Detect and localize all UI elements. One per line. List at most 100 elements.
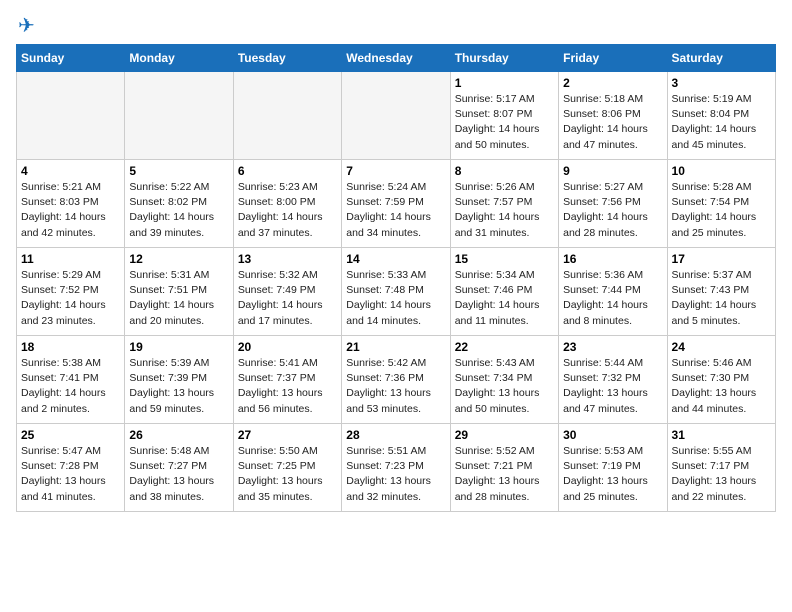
week-row-4: 18 Sunrise: 5:38 AM Sunset: 7:41 PM Dayli… xyxy=(17,336,776,424)
calendar-cell: 24 Sunrise: 5:46 AM Sunset: 7:30 PM Dayli… xyxy=(667,336,775,424)
calendar-cell xyxy=(17,72,125,160)
day-number: 9 xyxy=(563,164,662,178)
calendar-cell: 15 Sunrise: 5:34 AM Sunset: 7:46 PM Dayli… xyxy=(450,248,558,336)
cell-content: Sunrise: 5:47 AM Sunset: 7:28 PM Dayligh… xyxy=(21,444,120,505)
calendar-cell: 22 Sunrise: 5:43 AM Sunset: 7:34 PM Dayli… xyxy=(450,336,558,424)
cell-content: Sunrise: 5:26 AM Sunset: 7:57 PM Dayligh… xyxy=(455,180,554,241)
calendar-cell: 29 Sunrise: 5:52 AM Sunset: 7:21 PM Dayli… xyxy=(450,424,558,512)
cell-content: Sunrise: 5:31 AM Sunset: 7:51 PM Dayligh… xyxy=(129,268,228,329)
cell-content: Sunrise: 5:55 AM Sunset: 7:17 PM Dayligh… xyxy=(672,444,771,505)
calendar-cell: 25 Sunrise: 5:47 AM Sunset: 7:28 PM Dayli… xyxy=(17,424,125,512)
calendar-cell: 3 Sunrise: 5:19 AM Sunset: 8:04 PM Daylig… xyxy=(667,72,775,160)
day-number: 4 xyxy=(21,164,120,178)
calendar-cell: 7 Sunrise: 5:24 AM Sunset: 7:59 PM Daylig… xyxy=(342,160,450,248)
header-wednesday: Wednesday xyxy=(342,45,450,72)
cell-content: Sunrise: 5:51 AM Sunset: 7:23 PM Dayligh… xyxy=(346,444,445,505)
cell-content: Sunrise: 5:24 AM Sunset: 7:59 PM Dayligh… xyxy=(346,180,445,241)
calendar-cell: 17Sunrise: 5:37 AM Sunset: 7:43 PM Dayli… xyxy=(667,248,775,336)
calendar-cell xyxy=(342,72,450,160)
calendar-cell: 27Sunrise: 5:50 AM Sunset: 7:25 PM Dayli… xyxy=(233,424,341,512)
header-tuesday: Tuesday xyxy=(233,45,341,72)
calendar-cell: 9 Sunrise: 5:27 AM Sunset: 7:56 PM Daylig… xyxy=(559,160,667,248)
logo: ✈ xyxy=(16,16,35,36)
day-number: 23 xyxy=(563,340,662,354)
header-monday: Monday xyxy=(125,45,233,72)
header-sunday: Sunday xyxy=(17,45,125,72)
calendar-cell: 19 Sunrise: 5:39 AM Sunset: 7:39 PM Dayli… xyxy=(125,336,233,424)
day-number: 31 xyxy=(672,428,771,442)
day-number: 14 xyxy=(346,252,445,266)
day-number: 2 xyxy=(563,76,662,90)
calendar-table: SundayMondayTuesdayWednesdayThursdayFrid… xyxy=(16,44,776,512)
logo-bird-icon: ✈ xyxy=(18,16,35,36)
day-number: 5 xyxy=(129,164,228,178)
cell-content: Sunrise: 5:29 AM Sunset: 7:52 PM Dayligh… xyxy=(21,268,120,329)
day-number: 3 xyxy=(672,76,771,90)
calendar-cell: 11 Sunrise: 5:29 AM Sunset: 7:52 PM Dayli… xyxy=(17,248,125,336)
day-number: 18 xyxy=(21,340,120,354)
cell-content: Sunrise: 5:41 AM Sunset: 7:37 PM Dayligh… xyxy=(238,356,337,417)
page-header: ✈ xyxy=(16,16,776,36)
week-row-1: 1Sunrise: 5:17 AM Sunset: 8:07 PM Daylig… xyxy=(17,72,776,160)
cell-content: Sunrise: 5:23 AM Sunset: 8:00 PM Dayligh… xyxy=(238,180,337,241)
calendar-cell: 30 Sunrise: 5:53 AM Sunset: 7:19 PM Dayli… xyxy=(559,424,667,512)
week-row-2: 4 Sunrise: 5:21 AM Sunset: 8:03 PM Daylig… xyxy=(17,160,776,248)
day-number: 15 xyxy=(455,252,554,266)
cell-content: Sunrise: 5:33 AM Sunset: 7:48 PM Dayligh… xyxy=(346,268,445,329)
cell-content: Sunrise: 5:34 AM Sunset: 7:46 PM Dayligh… xyxy=(455,268,554,329)
cell-content: Sunrise: 5:44 AM Sunset: 7:32 PM Dayligh… xyxy=(563,356,662,417)
day-number: 13 xyxy=(238,252,337,266)
calendar-cell: 13Sunrise: 5:32 AM Sunset: 7:49 PM Dayli… xyxy=(233,248,341,336)
day-number: 19 xyxy=(129,340,228,354)
calendar-cell: 1Sunrise: 5:17 AM Sunset: 8:07 PM Daylig… xyxy=(450,72,558,160)
cell-content: Sunrise: 5:36 AM Sunset: 7:44 PM Dayligh… xyxy=(563,268,662,329)
day-number: 8 xyxy=(455,164,554,178)
cell-content: Sunrise: 5:21 AM Sunset: 8:03 PM Dayligh… xyxy=(21,180,120,241)
cell-content: Sunrise: 5:39 AM Sunset: 7:39 PM Dayligh… xyxy=(129,356,228,417)
day-number: 28 xyxy=(346,428,445,442)
day-number: 10 xyxy=(672,164,771,178)
calendar-cell xyxy=(233,72,341,160)
day-number: 1 xyxy=(455,76,554,90)
day-number: 11 xyxy=(21,252,120,266)
day-number: 6 xyxy=(238,164,337,178)
header-saturday: Saturday xyxy=(667,45,775,72)
header-thursday: Thursday xyxy=(450,45,558,72)
day-number: 16 xyxy=(563,252,662,266)
day-number: 12 xyxy=(129,252,228,266)
cell-content: Sunrise: 5:46 AM Sunset: 7:30 PM Dayligh… xyxy=(672,356,771,417)
day-number: 21 xyxy=(346,340,445,354)
cell-content: Sunrise: 5:43 AM Sunset: 7:34 PM Dayligh… xyxy=(455,356,554,417)
calendar-cell: 4 Sunrise: 5:21 AM Sunset: 8:03 PM Daylig… xyxy=(17,160,125,248)
cell-content: Sunrise: 5:53 AM Sunset: 7:19 PM Dayligh… xyxy=(563,444,662,505)
cell-content: Sunrise: 5:52 AM Sunset: 7:21 PM Dayligh… xyxy=(455,444,554,505)
day-number: 20 xyxy=(238,340,337,354)
day-number: 29 xyxy=(455,428,554,442)
calendar-cell: 26Sunrise: 5:48 AM Sunset: 7:27 PM Dayli… xyxy=(125,424,233,512)
cell-content: Sunrise: 5:37 AM Sunset: 7:43 PM Dayligh… xyxy=(672,268,771,329)
calendar-cell: 23 Sunrise: 5:44 AM Sunset: 7:32 PM Dayli… xyxy=(559,336,667,424)
week-row-5: 25 Sunrise: 5:47 AM Sunset: 7:28 PM Dayli… xyxy=(17,424,776,512)
day-number: 7 xyxy=(346,164,445,178)
week-row-3: 11 Sunrise: 5:29 AM Sunset: 7:52 PM Dayli… xyxy=(17,248,776,336)
header-friday: Friday xyxy=(559,45,667,72)
day-number: 30 xyxy=(563,428,662,442)
cell-content: Sunrise: 5:19 AM Sunset: 8:04 PM Dayligh… xyxy=(672,92,771,153)
calendar-cell: 21 Sunrise: 5:42 AM Sunset: 7:36 PM Dayli… xyxy=(342,336,450,424)
cell-content: Sunrise: 5:38 AM Sunset: 7:41 PM Dayligh… xyxy=(21,356,120,417)
calendar-cell: 12 Sunrise: 5:31 AM Sunset: 7:51 PM Dayli… xyxy=(125,248,233,336)
day-number: 25 xyxy=(21,428,120,442)
cell-content: Sunrise: 5:27 AM Sunset: 7:56 PM Dayligh… xyxy=(563,180,662,241)
day-number: 24 xyxy=(672,340,771,354)
calendar-cell: 8 Sunrise: 5:26 AM Sunset: 7:57 PM Daylig… xyxy=(450,160,558,248)
calendar-cell xyxy=(125,72,233,160)
day-number: 27 xyxy=(238,428,337,442)
cell-content: Sunrise: 5:28 AM Sunset: 7:54 PM Dayligh… xyxy=(672,180,771,241)
day-number: 22 xyxy=(455,340,554,354)
cell-content: Sunrise: 5:42 AM Sunset: 7:36 PM Dayligh… xyxy=(346,356,445,417)
calendar-cell: 20 Sunrise: 5:41 AM Sunset: 7:37 PM Dayli… xyxy=(233,336,341,424)
calendar-cell: 18 Sunrise: 5:38 AM Sunset: 7:41 PM Dayli… xyxy=(17,336,125,424)
calendar-cell: 16 Sunrise: 5:36 AM Sunset: 7:44 PM Dayli… xyxy=(559,248,667,336)
calendar-cell: 31 Sunrise: 5:55 AM Sunset: 7:17 PM Dayli… xyxy=(667,424,775,512)
cell-content: Sunrise: 5:18 AM Sunset: 8:06 PM Dayligh… xyxy=(563,92,662,153)
